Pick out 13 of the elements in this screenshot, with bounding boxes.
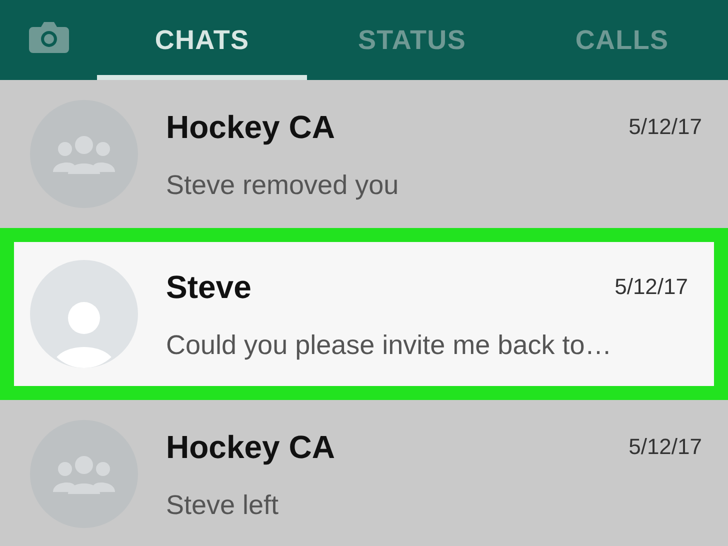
chat-name: Hockey CA xyxy=(166,428,335,467)
camera-icon[interactable] xyxy=(28,21,68,53)
chat-date: 5/12/17 xyxy=(628,433,702,462)
group-icon xyxy=(53,454,115,494)
chat-name: Steve xyxy=(166,268,252,307)
group-icon xyxy=(53,134,115,174)
message-preview: Steve left xyxy=(166,488,280,522)
message-preview: Could you please invite me back to… xyxy=(166,328,613,362)
chat-name: Hockey CA xyxy=(166,108,335,147)
chat-date: 5/12/17 xyxy=(628,113,702,142)
message-preview: Steve removed you xyxy=(166,168,400,202)
chat-row[interactable]: Steve 5/12/17 Could you please invite me back to… xyxy=(0,228,728,400)
chat-date: 5/12/17 xyxy=(614,273,688,302)
